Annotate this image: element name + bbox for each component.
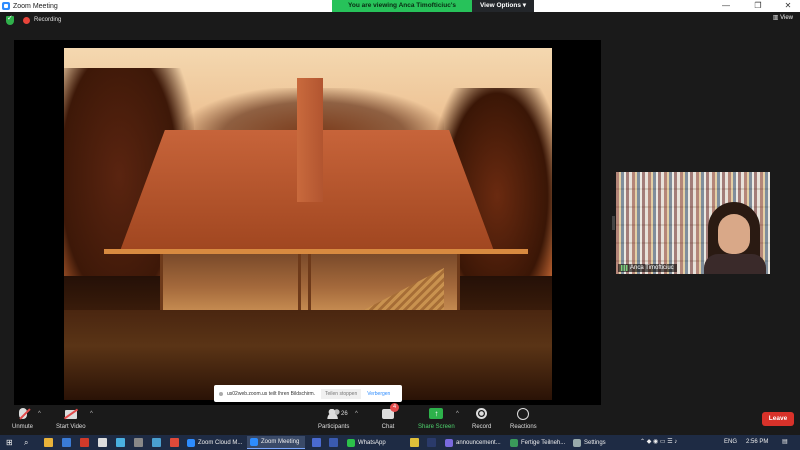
mail-icon[interactable] xyxy=(62,438,71,447)
record-icon xyxy=(476,408,488,419)
windows-start-icon[interactable]: ⊞ xyxy=(6,435,13,450)
minimize-button[interactable]: — xyxy=(716,0,736,12)
video-options-caret[interactable]: ^ xyxy=(90,411,93,417)
participant-name: Anca Timofticiuc xyxy=(630,265,674,271)
participants-options-caret[interactable]: ^ xyxy=(355,411,358,417)
signal-bars-icon xyxy=(621,265,628,271)
hide-button[interactable]: Verbergen xyxy=(367,391,390,397)
share-screen-button[interactable]: ↑ Share Screen xyxy=(418,407,455,430)
taskbar-app-settings[interactable]: Settings xyxy=(570,436,614,449)
zoom-icon xyxy=(187,438,195,447)
record-dot-icon xyxy=(23,16,30,24)
viewing-notice: You are viewing Anca Timofticiuc's scree… xyxy=(332,0,472,21)
app-icon[interactable] xyxy=(152,438,161,447)
app-icon[interactable] xyxy=(134,438,143,447)
zoom-window: Zoom Meeting — ❐ ✕ You are viewing Anca … xyxy=(0,0,800,450)
windows-taskbar: ⊞ ⌕ Zoom Cloud M... Zoom Meeting WhatsAp… xyxy=(0,435,800,450)
share-notice-message: us02web.zoom.us teilt Ihren Bildschirm. xyxy=(227,390,316,397)
acrobat-icon[interactable] xyxy=(80,438,89,447)
app-icon[interactable] xyxy=(329,438,338,447)
unmute-button[interactable]: Unmute xyxy=(12,407,33,430)
search-icon[interactable]: ⌕ xyxy=(24,435,28,450)
taskbar-app-zoom-cloud[interactable]: Zoom Cloud M... xyxy=(184,436,246,449)
unmute-label: Unmute xyxy=(12,424,34,430)
share-screen-icon: ↑ xyxy=(429,408,444,419)
taskbar-app-announcement[interactable]: announcement... xyxy=(442,436,504,449)
zoom-icon xyxy=(2,2,10,10)
meeting-toolbar: Unmute ^ Start Video ^ Participants 26 ^… xyxy=(0,405,800,435)
shared-screen[interactable] xyxy=(14,40,601,405)
zoom-icon xyxy=(250,438,258,446)
start-video-label: Start Video xyxy=(56,424,86,430)
audio-options-caret[interactable]: ^ xyxy=(38,411,41,417)
gear-icon xyxy=(573,438,581,447)
view-button[interactable]: ▥ View xyxy=(773,14,793,21)
stop-sharing-button[interactable]: Teilen stoppen xyxy=(321,388,362,399)
language-indicator[interactable]: ENG xyxy=(724,435,737,450)
participants-count: 26 xyxy=(341,411,348,417)
share-options-caret[interactable]: ^ xyxy=(456,411,459,417)
screen-share-notice: us02web.zoom.us teilt Ihren Bildschirm. … xyxy=(214,385,402,402)
photoshop-icon[interactable] xyxy=(427,438,436,447)
view-options-button[interactable]: View Options ▾ xyxy=(472,0,534,12)
leave-button[interactable]: Leave xyxy=(762,412,794,426)
house-chimney xyxy=(297,78,323,202)
discord-icon xyxy=(445,438,453,447)
chat-label: Chat xyxy=(381,424,395,430)
viewing-banner: You are viewing Anca Timofticiuc's scree… xyxy=(332,0,534,21)
view-icon: ▥ xyxy=(772,15,781,21)
record-label: Record xyxy=(472,424,492,430)
restore-button[interactable]: ❐ xyxy=(748,0,768,12)
app-icon[interactable] xyxy=(116,438,125,447)
shield-icon[interactable] xyxy=(6,14,14,25)
taskbar-app-zoom-meeting[interactable]: Zoom Meeting xyxy=(247,436,305,449)
taskbar-app-whatsapp[interactable]: WhatsApp xyxy=(344,436,402,449)
clock[interactable]: 2:56 PM xyxy=(746,435,768,450)
reactions-icon xyxy=(517,408,530,420)
share-screen-label: Share Screen xyxy=(418,424,455,430)
reactions-button[interactable]: Reactions xyxy=(510,407,537,430)
app-icon[interactable] xyxy=(170,438,179,447)
record-button[interactable]: Record xyxy=(472,407,491,430)
participants-label: Participants xyxy=(318,424,350,430)
taskbar-app-fertige[interactable]: Fertige Teilneh... xyxy=(507,436,569,449)
shared-slide-image xyxy=(64,48,552,400)
window-title: Zoom Meeting xyxy=(13,2,58,10)
meeting-info-row: Recording xyxy=(0,12,800,28)
participant-name-tag: Anca Timofticiuc xyxy=(618,264,677,272)
participant-face xyxy=(718,214,750,254)
app-icon[interactable] xyxy=(98,438,107,447)
file-explorer-icon[interactable] xyxy=(44,438,53,447)
participants-icon xyxy=(326,409,341,419)
view-label: View xyxy=(780,15,793,21)
chat-badge: 4 xyxy=(390,403,399,412)
whatsapp-icon xyxy=(347,438,355,447)
close-button[interactable]: ✕ xyxy=(778,0,798,12)
start-video-button[interactable]: Start Video xyxy=(56,407,86,430)
notifications-icon[interactable]: ▤ xyxy=(782,435,788,450)
chrome-icon[interactable] xyxy=(410,438,419,447)
participant-video-tile[interactable]: Anca Timofticiuc xyxy=(616,172,770,274)
tile-resize-handle[interactable] xyxy=(612,216,615,230)
reactions-label: Reactions xyxy=(510,424,537,430)
app-icon[interactable] xyxy=(312,438,321,447)
excel-icon xyxy=(510,438,518,447)
recording-label: Recording xyxy=(34,17,62,23)
tray-icons[interactable]: ⌃ ◆ ◉ ▭ ☰ ♪ xyxy=(640,435,677,450)
